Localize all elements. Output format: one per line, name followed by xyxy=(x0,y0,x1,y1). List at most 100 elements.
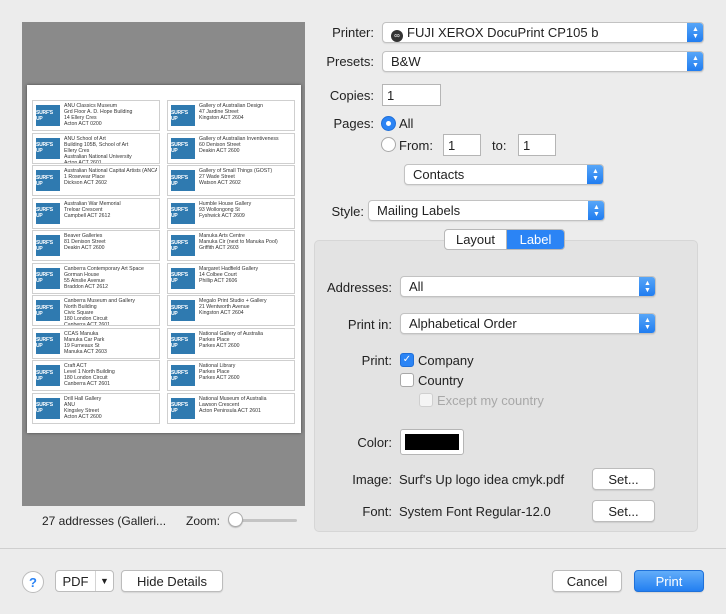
country-label: Country xyxy=(418,373,464,388)
label-address: Humble House Gallery 93 Wollongong St Fysh… xyxy=(199,201,292,219)
addresses-label: Addresses: xyxy=(326,280,392,295)
popup-stepper-icon: ▲ ▼ xyxy=(639,314,655,333)
company-checkbox[interactable]: ✓ xyxy=(400,353,414,367)
except-my-country-checkbox[interactable] xyxy=(419,393,433,407)
image-set-button[interactable]: Set... xyxy=(592,468,655,490)
label-logo: SURF'S UP xyxy=(36,235,60,256)
pdf-menu-button[interactable]: PDF ▼ xyxy=(55,570,114,592)
label-address: Margaret Hadfield Gallery 14 Colbee Court… xyxy=(199,266,292,284)
font-value: System Font Regular-12.0 xyxy=(399,504,551,519)
label-address-line: Kingston ACT 2604 xyxy=(199,310,244,316)
country-checkbox[interactable] xyxy=(400,373,414,387)
label-logo: SURF'S UP xyxy=(171,170,195,191)
preview-label: SURF'S UP National Library Parkes Place Par… xyxy=(167,360,295,391)
label-address: Gallery of Australian Design 47 Jardine S… xyxy=(199,103,292,121)
color-label: Color: xyxy=(357,435,392,450)
label-address-line: Dickson ACT 2602 xyxy=(64,180,107,186)
print-options-label: Print: xyxy=(361,353,392,368)
label-address-line: Canberra ACT 2601 xyxy=(64,381,111,387)
popup-stepper-icon: ▲ ▼ xyxy=(639,277,655,296)
addresses-value: All xyxy=(409,279,424,294)
label-address: Beaver Galleries 81 Denison Street Deakin … xyxy=(64,233,157,251)
label-address-line: Acton ACT 0200 xyxy=(64,121,102,127)
zoom-slider-knob[interactable] xyxy=(228,512,243,527)
label-address: Gallery of Australian Inventiveness 60 De… xyxy=(199,136,292,154)
pages-from-field[interactable]: 1 xyxy=(443,134,481,156)
label-logo: SURF'S UP xyxy=(36,202,60,224)
tab-layout[interactable]: Layout xyxy=(445,230,507,249)
label-logo: SURF'S UP xyxy=(36,365,60,386)
pages-to-field[interactable]: 1 xyxy=(518,134,556,156)
color-well[interactable] xyxy=(400,429,464,455)
label-logo: SURF'S UP xyxy=(36,267,60,289)
pdf-label: PDF xyxy=(56,571,96,591)
label-address: ANU Classics Museum Grd Floor A. D. Hope … xyxy=(64,103,157,127)
image-value: Surf's Up logo idea cmyk.pdf xyxy=(399,472,565,487)
style-label: Style: xyxy=(331,204,364,219)
chevron-down-icon: ▼ xyxy=(100,576,109,586)
preview-label: SURF'S UP Humble House Gallery 93 Wollongo… xyxy=(167,197,295,229)
label-address-line: Canberra Contemporary Art Space xyxy=(64,265,144,272)
font-label: Font: xyxy=(362,504,392,519)
help-button[interactable]: ? xyxy=(22,571,44,593)
address-count: 27 addresses (Galleri... xyxy=(42,514,167,528)
label-logo: SURF'S UP xyxy=(171,137,195,159)
label-logo: SURF'S UP xyxy=(36,137,60,159)
color-swatch xyxy=(405,434,459,450)
label-address-line: Parkes ACT 2600 xyxy=(199,375,240,381)
footer-divider xyxy=(0,548,726,549)
label-address: National Gallery of Australia Parkes Plac… xyxy=(199,331,292,349)
pages-all-label: All xyxy=(399,116,414,131)
layout-label-tabs: Layout Label xyxy=(444,229,565,250)
label-address-line: Acton ACT 2601 xyxy=(64,159,102,164)
popup-stepper-icon: ▲ ▼ xyxy=(588,201,604,220)
section-popup[interactable]: Contacts ▲ ▼ xyxy=(404,164,604,185)
label-address: Canberra Contemporary Art Space Gorman Ho… xyxy=(64,266,157,290)
preview-label: SURF'S UP CCAS Manuka Manuka Car Park 19 Fu… xyxy=(32,327,160,359)
style-popup[interactable]: Mailing Labels ▲ ▼ xyxy=(368,200,605,221)
label-address: Gallery of Small Things (GOST) 27 Wade St… xyxy=(199,168,292,186)
company-label: Company xyxy=(418,353,474,368)
popup-stepper-icon: ▲ ▼ xyxy=(687,52,703,71)
cancel-button[interactable]: Cancel xyxy=(552,570,622,592)
label-logo: SURF'S UP xyxy=(36,397,60,419)
label-address-line: Fyshwick ACT 2609 xyxy=(199,212,245,219)
label-address: Manuka Arts Centre Manuka Cir (next to Ma… xyxy=(199,233,292,251)
pages-range-radio[interactable] xyxy=(381,137,396,152)
preview-label: SURF'S UP Manuka Arts Centre Manuka Cir (n… xyxy=(167,230,295,261)
label-logo: SURF'S UP xyxy=(171,105,195,126)
addresses-popup[interactable]: All ▲ ▼ xyxy=(400,276,656,297)
preview-label: SURF'S UP Megalo Print Studio + Gallery 21… xyxy=(167,295,295,326)
label-address-line: Kingston ACT 2604 xyxy=(199,115,244,121)
label-address-line: Campbell ACT 2612 xyxy=(64,212,111,219)
label-address-line: Canberra ACT 2601 xyxy=(64,322,111,326)
preview-label: SURF'S UP Drill Hall Gallery ANU Kingsley S… xyxy=(32,392,160,424)
label-logo: SURF'S UP xyxy=(171,300,195,321)
print-in-popup[interactable]: Alphabetical Order ▲ ▼ xyxy=(400,313,656,334)
presets-popup[interactable]: B&W ▲ ▼ xyxy=(382,51,704,72)
section-value: Contacts xyxy=(413,167,465,182)
label-address: Drill Hall Gallery ANU Kingsley Street Acto… xyxy=(64,396,157,420)
preview-label: SURF'S UP Craft ACT Level 1 North Building… xyxy=(32,360,160,391)
style-value: Mailing Labels xyxy=(377,203,461,218)
label-address-line: Phillip ACT 2606 xyxy=(199,277,238,284)
popup-stepper-icon: ▲ ▼ xyxy=(687,23,703,42)
preview-label: SURF'S UP Australian War Memorial Treloar … xyxy=(32,197,160,229)
hide-details-button[interactable]: Hide Details xyxy=(121,570,223,592)
copies-field[interactable]: 1 xyxy=(382,84,441,106)
printer-popup[interactable]: ∞ FUJI XEROX DocuPrint CP105 b ▲ ▼ xyxy=(382,22,704,43)
tab-label[interactable]: Label xyxy=(507,230,564,249)
label-address: National Museum of Australia Lawson Cresc… xyxy=(199,396,292,414)
pages-all-radio[interactable] xyxy=(381,116,396,131)
pages-label: Pages: xyxy=(333,116,374,131)
label-address: Canberra Museum and Gallery North Buildin… xyxy=(64,298,157,326)
font-set-button[interactable]: Set... xyxy=(592,500,655,522)
preview-page: SURF'S UP ANU Classics Museum Grd Floor A.… xyxy=(27,85,301,433)
label-address: Australian National Capital Artists (ANC… xyxy=(64,168,157,186)
label-address: Megalo Print Studio + Gallery 21 Wentwort… xyxy=(199,298,292,316)
preview-label: SURF'S UP National Gallery of Australia Pa… xyxy=(167,327,295,359)
label-logo: SURF'S UP xyxy=(171,365,195,386)
label-address: Craft ACT Level 1 North Building 180 Londo… xyxy=(64,363,157,387)
label-logo: SURF'S UP xyxy=(36,105,60,126)
print-button[interactable]: Print xyxy=(634,570,704,592)
